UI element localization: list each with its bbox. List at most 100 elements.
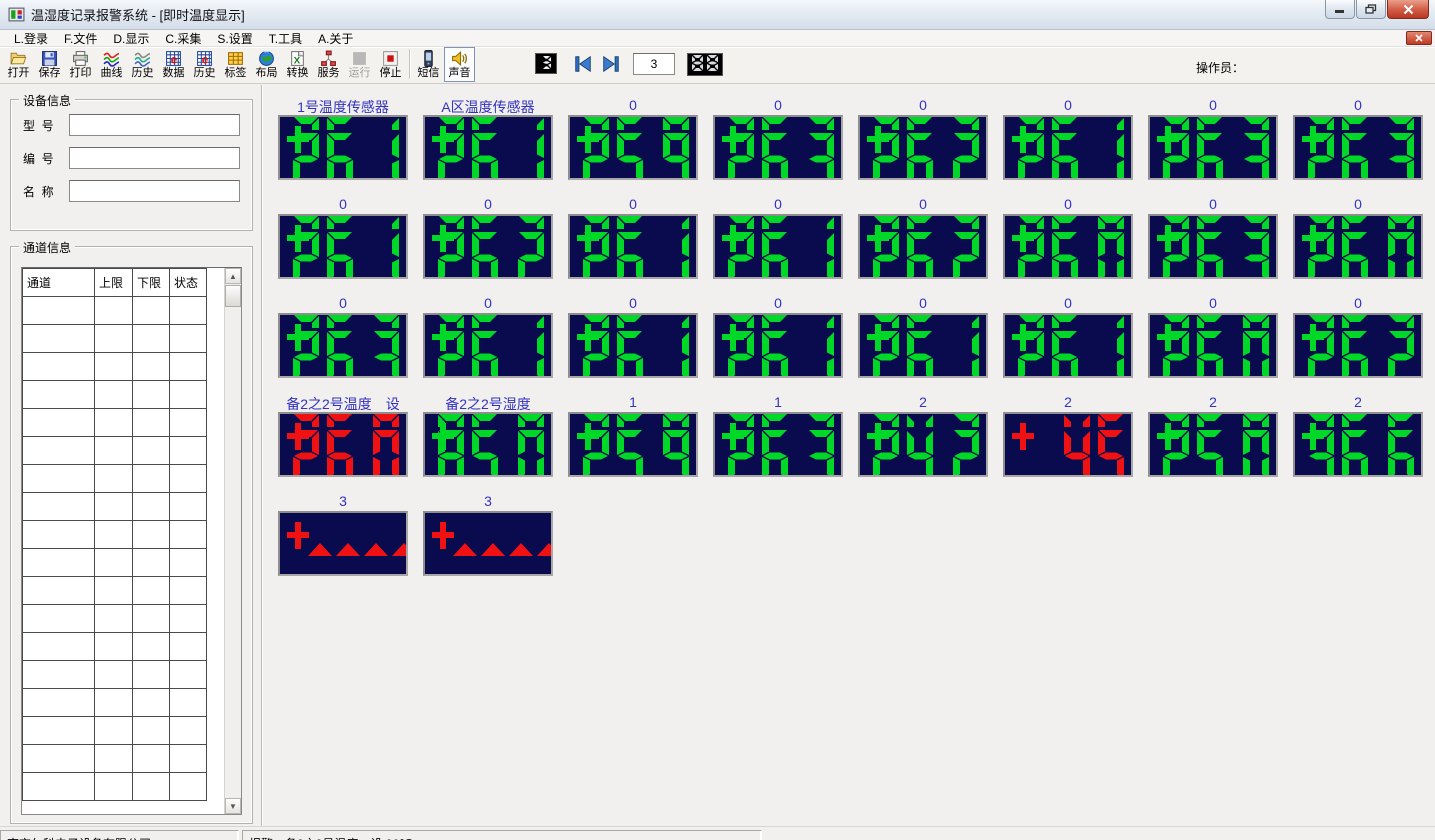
channel-table-container: 通道上限下限状态 ▲ ▼ (21, 267, 242, 815)
channel-table-cell (95, 381, 133, 409)
scroll-down-icon[interactable]: ▼ (225, 798, 241, 814)
channel-table-row[interactable] (23, 325, 207, 353)
svg-text:X: X (294, 55, 301, 66)
panel-label: 0 (1148, 196, 1278, 214)
channel-table-cell (133, 689, 170, 717)
page-number-input[interactable] (633, 53, 675, 75)
channel-table-row[interactable] (23, 717, 207, 745)
channel-table-row[interactable] (23, 493, 207, 521)
channel-table-row[interactable] (23, 521, 207, 549)
panel-label: 1号温度传感器 (278, 97, 408, 115)
led-panel (278, 214, 408, 279)
seven-segment-value (1308, 331, 1414, 378)
led-panel (713, 412, 843, 477)
channel-table-row[interactable] (23, 437, 207, 465)
menu-item-f[interactable]: F.文件 (56, 29, 105, 48)
panel-label: 2 (858, 394, 988, 412)
menu-item-t[interactable]: T.工具 (261, 29, 310, 48)
channel-table-row[interactable] (23, 633, 207, 661)
channel-table-row[interactable] (23, 745, 207, 773)
menu-item-d[interactable]: D.显示 (105, 29, 157, 48)
toolbar-table-history-button[interactable]: e历史 (189, 47, 220, 82)
toolbar-network-button[interactable]: 服务 (313, 47, 344, 82)
menu-item-l[interactable]: L.登录 (6, 29, 56, 48)
toolbar-curves-button[interactable]: 曲线 (96, 47, 127, 82)
device-field-label: 型 号 (23, 117, 69, 134)
toolbar-button-label: 服务 (318, 67, 340, 80)
channel-table-row[interactable] (23, 381, 207, 409)
menu-item-c[interactable]: C.采集 (157, 29, 209, 48)
channel-table-row[interactable] (23, 353, 207, 381)
toolbar-table-label-button[interactable]: 标签 (220, 47, 251, 82)
seven-segment-wrap (715, 414, 841, 427)
device-field-input-1[interactable] (69, 147, 240, 169)
restore-button[interactable] (1356, 0, 1386, 19)
panel-label: 2 (1003, 394, 1133, 412)
led-cell: 0 (568, 97, 698, 180)
device-field-row: 型 号 (23, 114, 240, 136)
prev-page-icon[interactable] (572, 54, 594, 77)
menu-item-a[interactable]: A.关于 (310, 29, 361, 48)
device-field-input-2[interactable] (69, 180, 240, 202)
content-area: 设备信息 型 号编 号名 称 通道信息 通道上限下限状态 (0, 85, 1435, 826)
next-page-icon[interactable] (600, 54, 622, 77)
channel-table-cell (170, 297, 207, 325)
channel-table-cell (95, 717, 133, 745)
toolbar-printer-button[interactable]: 打印 (65, 47, 96, 82)
panel-label: 0 (278, 295, 408, 313)
minimize-button[interactable] (1325, 0, 1355, 19)
channel-table-scrollbar[interactable]: ▲ ▼ (224, 268, 241, 814)
channel-table-row[interactable] (23, 465, 207, 493)
plus-sign-icon (1012, 423, 1034, 453)
toolbar-button-label: 保存 (39, 67, 61, 80)
channel-table-row[interactable] (23, 773, 207, 801)
led-cell: 0 (1148, 196, 1278, 279)
mdi-child-close-icon[interactable] (1406, 31, 1432, 45)
channel-table-row[interactable] (23, 297, 207, 325)
channel-table-cell (133, 493, 170, 521)
channel-table-row[interactable] (23, 549, 207, 577)
channel-table-cell (95, 549, 133, 577)
led-panel (1148, 412, 1278, 477)
toolbar-stop-button[interactable]: 停止 (375, 47, 406, 82)
toolbar-curves-history-button[interactable]: 历史 (127, 47, 158, 82)
led-panel (568, 214, 698, 279)
led-cell: 0 (1003, 196, 1133, 279)
led-panel (423, 214, 553, 279)
channel-table-row[interactable] (23, 409, 207, 437)
device-field-input-0[interactable] (69, 114, 240, 136)
toolbar-floppy-button[interactable]: 保存 (34, 47, 65, 82)
channel-table-row[interactable] (23, 689, 207, 717)
status-company: 南京仁科电子设备有限公司 (0, 830, 239, 840)
toolbar-button-label: 曲线 (101, 67, 123, 80)
scroll-thumb[interactable] (225, 285, 241, 307)
toolbar-open-folder-button[interactable]: 打开 (3, 47, 34, 82)
toolbar-table-data-button[interactable]: e数据 (158, 47, 189, 82)
menu-item-s[interactable]: S.设置 (209, 29, 260, 48)
toolbar-globe-button[interactable]: 布局 (251, 47, 282, 82)
seven-segment-wrap (570, 117, 696, 130)
close-button[interactable] (1387, 0, 1429, 19)
toolbar-convert-button[interactable]: X转换 (282, 47, 313, 82)
channel-table-cell (170, 353, 207, 381)
channel-table-cell (170, 633, 207, 661)
toolbar-phone-button[interactable]: 短信 (413, 47, 444, 82)
channel-table-cell (23, 717, 95, 745)
channel-table-row[interactable] (23, 605, 207, 633)
status-alarm: 报警：备2之2号温度 设 26℃ (242, 830, 762, 840)
scroll-up-icon[interactable]: ▲ (225, 268, 241, 284)
channel-table-cell (23, 661, 95, 689)
led-cell: 2 (1003, 394, 1133, 477)
channel-table-cell (170, 493, 207, 521)
channel-table-row[interactable] (23, 577, 207, 605)
toolbar-button-label: 数据 (163, 67, 185, 80)
seven-segment-value (1163, 430, 1269, 477)
seven-segment-value (293, 133, 399, 180)
led-cell: 0 (713, 196, 843, 279)
channel-column-header: 状态 (170, 269, 207, 297)
seven-segment-value (1064, 430, 1124, 477)
panel-label: 0 (1293, 97, 1423, 115)
seven-segment-value (728, 331, 834, 378)
toolbar-speaker-button[interactable]: 声音 (444, 47, 475, 82)
channel-table-row[interactable] (23, 661, 207, 689)
